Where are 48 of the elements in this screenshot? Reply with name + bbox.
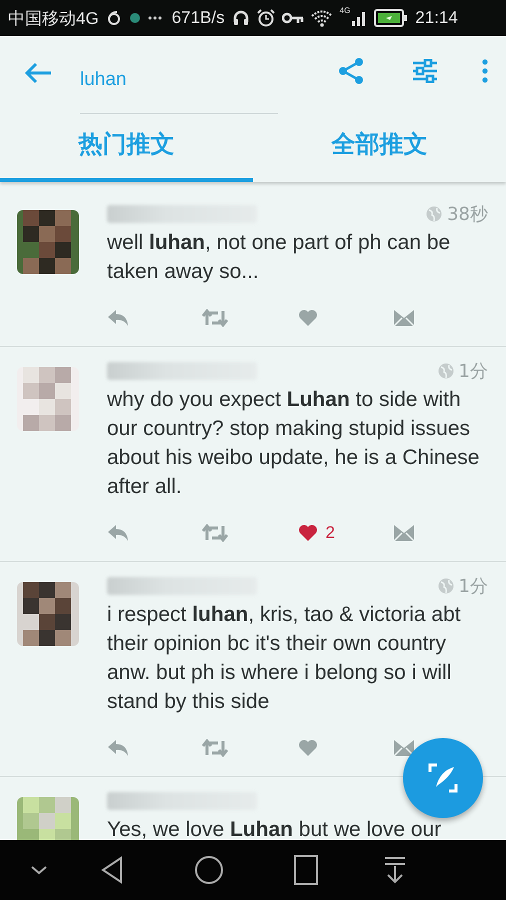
envelope-icon[interactable] — [392, 309, 415, 327]
filter-sliders-icon[interactable] — [412, 58, 438, 82]
dot-icon — [128, 12, 141, 24]
tab[interactable]: 热门推文 — [0, 110, 253, 182]
key-icon — [282, 12, 304, 24]
tweet-text: i respect luhan, kris, tao & victoria abt their opinion bc it's their own country anw. but ph is where i belong so i will stand by this side — [107, 602, 462, 715]
reply-icon[interactable] — [107, 524, 129, 542]
chevron-down-icon[interactable] — [30, 865, 48, 875]
alarm-icon — [256, 9, 275, 27]
swirl-icon — [106, 10, 122, 26]
recent-apps-icon[interactable] — [294, 855, 318, 885]
globe-icon — [438, 578, 454, 594]
envelope-icon[interactable] — [392, 739, 415, 757]
quill-icon — [428, 763, 458, 793]
more-menu-icon[interactable] — [482, 58, 488, 82]
pull-down-icon[interactable] — [384, 856, 406, 884]
back-triangle-icon[interactable] — [100, 856, 124, 884]
heart-icon[interactable] — [298, 309, 318, 327]
wifi-icon — [310, 9, 333, 27]
reply-icon[interactable] — [107, 309, 129, 327]
carrier-name: 中国移动4G — [8, 8, 99, 30]
search-field[interactable]: luhan — [80, 56, 278, 114]
tweet-time: 38秒 — [447, 203, 488, 226]
tweet-time: 1分 — [458, 360, 488, 383]
tweet-text: Yes, we love Luhan but we love our — [107, 817, 442, 840]
headphones-icon — [232, 9, 250, 27]
envelope-icon[interactable] — [392, 524, 415, 542]
globe-icon — [438, 363, 454, 379]
globe-icon — [426, 206, 442, 222]
heart-icon[interactable] — [298, 524, 318, 542]
retweet-icon[interactable] — [202, 524, 228, 542]
signal-icon — [351, 10, 368, 26]
battery-icon — [374, 9, 408, 27]
reply-icon[interactable] — [107, 739, 129, 757]
home-circle-icon[interactable] — [194, 855, 224, 885]
tweet-time: 1分 — [458, 575, 488, 598]
more-notifications-icon — [148, 15, 162, 21]
clock-time: 21:14 — [415, 8, 458, 28]
back-arrow-icon[interactable] — [24, 62, 52, 84]
tweet-text: well luhan, not one part of ph can be taken away so... — [107, 230, 452, 285]
like-count: 2 — [326, 523, 335, 543]
heart-icon[interactable] — [298, 739, 318, 757]
retweet-icon[interactable] — [202, 739, 228, 757]
network-speed: 671B/s — [172, 8, 225, 28]
network-type: 4G — [340, 6, 350, 15]
retweet-icon[interactable] — [202, 309, 228, 327]
tweet-text: why do you expect Luhan to side with our country? stop making stupid issues about his weibo update, he is a Chinese after all. — [107, 387, 480, 500]
share-icon[interactable] — [338, 56, 364, 84]
